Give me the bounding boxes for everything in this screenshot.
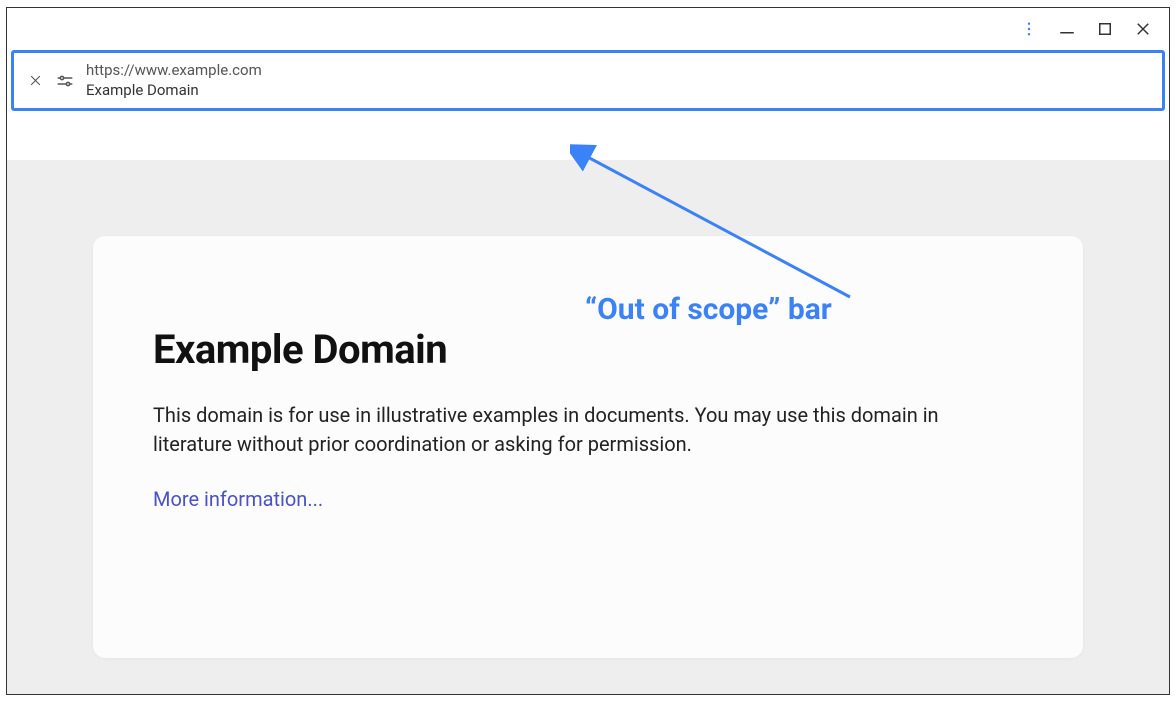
tune-icon[interactable]: [56, 72, 74, 90]
close-window-icon[interactable]: [1133, 19, 1153, 39]
annotation-label: “Out of scope” bar: [585, 292, 832, 327]
page-paragraph: This domain is for use in illustrative e…: [153, 401, 973, 459]
address-text-block: https://www.example.com Example Domain: [86, 61, 262, 100]
app-window: https://www.example.com Example Domain E…: [6, 7, 1170, 695]
page-heading: Example Domain: [153, 326, 1033, 373]
url-text: https://www.example.com: [86, 61, 262, 81]
address-bar[interactable]: https://www.example.com Example Domain: [11, 50, 1165, 111]
kebab-menu-icon[interactable]: [1019, 19, 1039, 39]
clear-icon[interactable]: [26, 74, 44, 87]
page-title-text: Example Domain: [86, 81, 262, 101]
minimize-icon[interactable]: [1057, 19, 1077, 39]
more-info-link[interactable]: More information...: [153, 487, 323, 511]
maximize-icon[interactable]: [1095, 19, 1115, 39]
window-titlebar: [7, 8, 1169, 50]
page-viewport: Example Domain This domain is for use in…: [7, 160, 1169, 694]
